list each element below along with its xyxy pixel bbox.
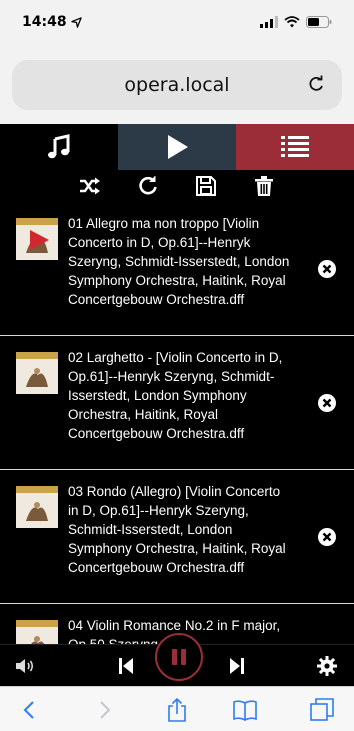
save-queue-button[interactable] <box>194 174 218 198</box>
bookmarks-icon[interactable] <box>233 698 257 722</box>
remove-track-icon[interactable] <box>318 393 336 412</box>
reload-icon[interactable] <box>306 74 326 94</box>
track-title: 03 Rondo (Allegro) [Violin Concerto in D… <box>68 484 286 575</box>
safari-toolbar <box>0 686 354 731</box>
share-icon[interactable] <box>165 698 189 722</box>
tabs-icon[interactable] <box>310 698 334 722</box>
shuffle-button[interactable] <box>78 174 102 198</box>
refresh-icon <box>139 176 157 195</box>
album-art <box>16 486 58 528</box>
app-tabs <box>0 124 354 170</box>
clear-queue-button[interactable] <box>252 174 276 198</box>
status-time: 14:48 <box>22 14 67 30</box>
tab-library[interactable] <box>0 124 118 170</box>
next-icon <box>230 658 244 674</box>
queue-list: 01 Allegro ma non troppo [Violin Concert… <box>0 202 354 644</box>
volume-button[interactable] <box>14 655 36 677</box>
settings-button[interactable] <box>316 655 338 677</box>
refresh-button[interactable] <box>136 174 160 198</box>
url-bar[interactable]: opera.local <box>12 60 342 110</box>
queue-item[interactable]: 03 Rondo (Allegro) [Violin Concerto in D… <box>0 470 354 604</box>
back-icon[interactable] <box>18 698 42 722</box>
remove-track-icon[interactable] <box>318 527 336 546</box>
previous-icon <box>119 658 133 674</box>
tab-player[interactable] <box>118 124 236 170</box>
music-note-icon <box>48 134 70 159</box>
track-title: 02 Larghetto - [Violin Concerto in D, Op… <box>68 350 283 441</box>
gear-icon <box>317 656 337 676</box>
album-art <box>16 620 58 644</box>
player-controls <box>0 633 354 686</box>
now-playing-icon <box>30 230 49 250</box>
album-art <box>16 218 58 260</box>
next-button[interactable] <box>226 655 248 677</box>
forward-icon[interactable] <box>92 698 116 722</box>
url-text: opera.local <box>124 74 230 96</box>
status-indicators <box>260 16 332 28</box>
trash-icon <box>255 176 273 196</box>
queue-toolbar <box>0 170 354 202</box>
pause-icon <box>172 649 186 665</box>
previous-button[interactable] <box>115 655 137 677</box>
track-title: 01 Allegro ma non troppo [Violin Concert… <box>68 216 290 307</box>
tab-queue[interactable] <box>236 124 354 170</box>
battery-icon <box>306 16 332 28</box>
remove-track-icon[interactable] <box>318 259 336 278</box>
location-arrow-icon <box>70 16 82 28</box>
album-art <box>16 352 58 394</box>
list-icon <box>281 136 309 157</box>
wifi-icon <box>284 16 300 28</box>
pause-button[interactable] <box>155 633 203 681</box>
status-time-group: 14:48 <box>22 14 82 30</box>
browser-url-area: opera.local <box>0 44 354 124</box>
volume-icon <box>16 659 34 673</box>
queue-item[interactable]: 02 Larghetto - [Violin Concerto in D, Op… <box>0 336 354 470</box>
play-icon <box>168 135 188 159</box>
queue-item[interactable]: 01 Allegro ma non troppo [Violin Concert… <box>0 202 354 336</box>
status-bar: 14:48 <box>0 0 354 44</box>
save-icon <box>196 176 216 196</box>
shuffle-icon <box>80 177 100 195</box>
signal-icon <box>260 16 278 28</box>
